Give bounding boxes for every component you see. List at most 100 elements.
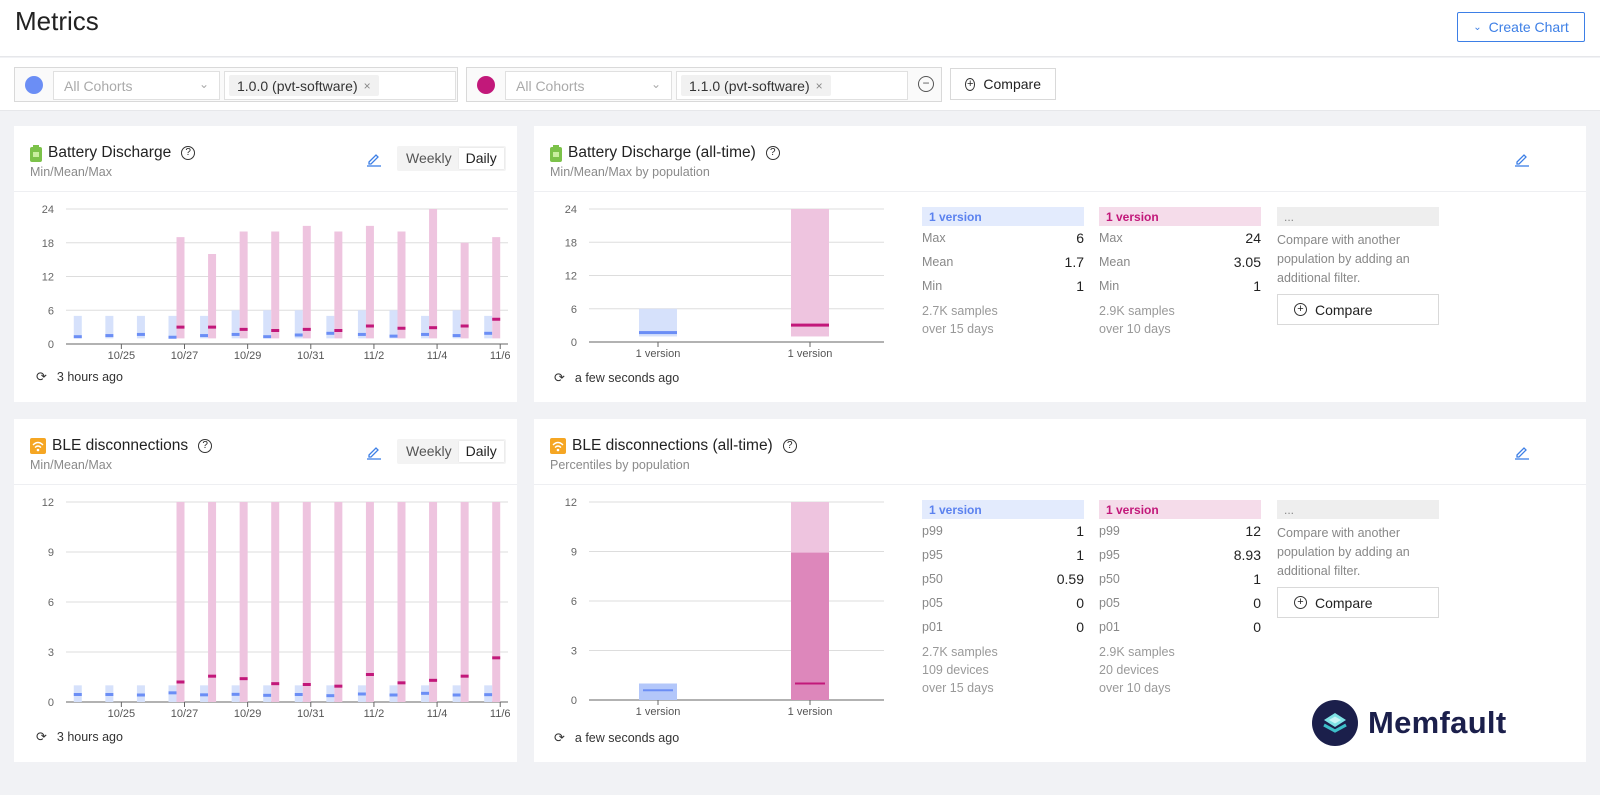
empty-population-label: ...	[1277, 207, 1439, 226]
stat-value: 1	[1076, 547, 1084, 563]
pencil-icon[interactable]	[1514, 444, 1530, 460]
help-icon[interactable]: ?	[782, 439, 797, 453]
stat-row: p01 0	[1099, 615, 1261, 639]
stat-value: 1	[1076, 278, 1084, 294]
empty-population: ... Compare with another population by a…	[1277, 207, 1439, 325]
stat-row: Max 24	[1099, 226, 1261, 250]
range-bar	[365, 502, 374, 702]
refresh-icon[interactable]: ⟳	[36, 369, 47, 385]
pencil-icon[interactable]	[1514, 151, 1530, 167]
close-icon[interactable]: ×	[816, 79, 823, 93]
x-tick-label: 10/27	[171, 350, 199, 362]
empty-population-text: Compare with another population by addin…	[1277, 526, 1410, 578]
range-bar	[429, 209, 438, 339]
y-tick-label: 12	[565, 497, 577, 509]
help-icon[interactable]: ?	[765, 146, 780, 160]
compare-label: Compare	[1315, 301, 1373, 318]
remove-filter-icon[interactable]: −	[918, 76, 934, 92]
range-bar	[429, 502, 438, 702]
population-label: 1 version	[922, 207, 1084, 226]
y-tick-label: 9	[48, 547, 54, 559]
stat-value: 12	[1245, 523, 1261, 539]
devices-note: 20 devices	[1099, 663, 1159, 677]
close-icon[interactable]: ×	[364, 79, 371, 93]
compare-button[interactable]: + Compare	[1277, 587, 1439, 618]
wifi-icon	[550, 438, 566, 454]
mean-marker	[357, 692, 366, 696]
days-note: over 10 days	[1099, 681, 1171, 695]
compare-label: Compare	[1315, 594, 1373, 611]
refresh-icon[interactable]: ⟳	[36, 729, 47, 745]
x-tick-label: 10/31	[297, 350, 325, 362]
mean-marker	[397, 681, 406, 685]
x-tick-label: 10/29	[234, 708, 262, 720]
y-tick-label: 6	[48, 597, 54, 609]
mean-marker	[429, 678, 438, 682]
refresh-icon[interactable]: ⟳	[554, 370, 565, 386]
create-chart-button[interactable]: ⌄ Create Chart	[1457, 12, 1585, 42]
range-bar	[334, 231, 343, 339]
stat-key: p95	[1099, 548, 1120, 562]
card-subtitle: Min/Mean/Max by population	[550, 165, 710, 179]
ble-disconnections-chart: 0 3 6 9 12 10/25 10/27 10/29 10/31 11/2 11/4 11/6	[42, 497, 511, 720]
y-tick-label: 24	[565, 204, 577, 216]
pencil-icon[interactable]	[366, 444, 382, 460]
toggle-weekly[interactable]: Weekly	[399, 441, 459, 462]
mean-marker	[492, 656, 501, 660]
filter-group-2: All Cohorts ⌄ 1.1.0 (pvt-software) × −	[466, 67, 942, 102]
toggle-daily[interactable]: Daily	[458, 148, 504, 169]
stat-value: 0	[1076, 619, 1084, 635]
stat-row: p95 1	[922, 543, 1084, 567]
population-stats-1: 1 version Max 6 Mean 1.7 Min 1 2.7K samples…	[922, 207, 1084, 338]
toggle-weekly[interactable]: Weekly	[399, 148, 459, 169]
cohort-select[interactable]: All Cohorts ⌄	[505, 71, 672, 100]
y-tick-label: 12	[42, 497, 54, 509]
y-tick-label: 3	[571, 646, 577, 658]
stat-row: p95 8.93	[1099, 543, 1261, 567]
range-bar	[176, 237, 185, 339]
y-tick-label: 18	[565, 237, 577, 249]
y-tick-label: 6	[571, 304, 577, 316]
refresh-icon[interactable]: ⟳	[554, 730, 565, 746]
mean-marker	[263, 335, 272, 339]
population-label: 1 version	[1099, 500, 1261, 519]
help-icon[interactable]: ?	[198, 439, 213, 453]
range-bar	[397, 231, 406, 339]
compare-label: Compare	[983, 76, 1041, 92]
help-icon[interactable]: ?	[181, 146, 196, 160]
compare-button[interactable]: + Compare	[950, 68, 1056, 100]
x-tick-label: 11/2	[364, 708, 385, 720]
range-bar	[334, 502, 343, 702]
cohort-select[interactable]: All Cohorts ⌄	[53, 71, 220, 100]
last-updated: ⟳ a few seconds ago	[554, 730, 679, 746]
range-bar	[326, 315, 335, 339]
population-color-dot	[477, 76, 495, 94]
y-tick-label: 0	[571, 337, 577, 349]
updated-text: a few seconds ago	[574, 731, 680, 745]
population-color-dot	[25, 76, 43, 94]
population-label: 1 version	[1099, 207, 1261, 226]
pencil-icon[interactable]	[366, 151, 382, 167]
stat-key: p50	[1099, 572, 1120, 586]
days-note: over 15 days	[922, 322, 994, 336]
version-select[interactable]: 1.1.0 (pvt-software) ×	[676, 71, 908, 100]
mean-marker	[239, 327, 248, 331]
stat-value: 0	[1076, 595, 1084, 611]
card-title: BLE disconnections (all-time) ?	[550, 437, 797, 455]
samples-note: 2.7K samples	[922, 304, 998, 318]
toggle-daily[interactable]: Daily	[458, 441, 504, 462]
mean-marker	[271, 682, 280, 686]
card-title-text: Battery Discharge (all-time)	[568, 144, 756, 161]
version-select[interactable]: 1.0.0 (pvt-software) ×	[224, 71, 456, 100]
stat-value: 3.05	[1233, 254, 1261, 270]
range-bar	[263, 685, 272, 702]
x-tick-label: 11/6	[490, 350, 511, 362]
stat-row: Max 6	[922, 226, 1084, 250]
stat-row: Min 1	[922, 274, 1084, 298]
stat-row: p50 0.59	[922, 567, 1084, 591]
last-updated: ⟳ 3 hours ago	[36, 369, 123, 385]
mean-marker	[421, 332, 430, 336]
compare-button[interactable]: + Compare	[1277, 294, 1439, 325]
stat-key: Mean	[922, 255, 954, 269]
y-tick-label: 6	[571, 596, 577, 608]
